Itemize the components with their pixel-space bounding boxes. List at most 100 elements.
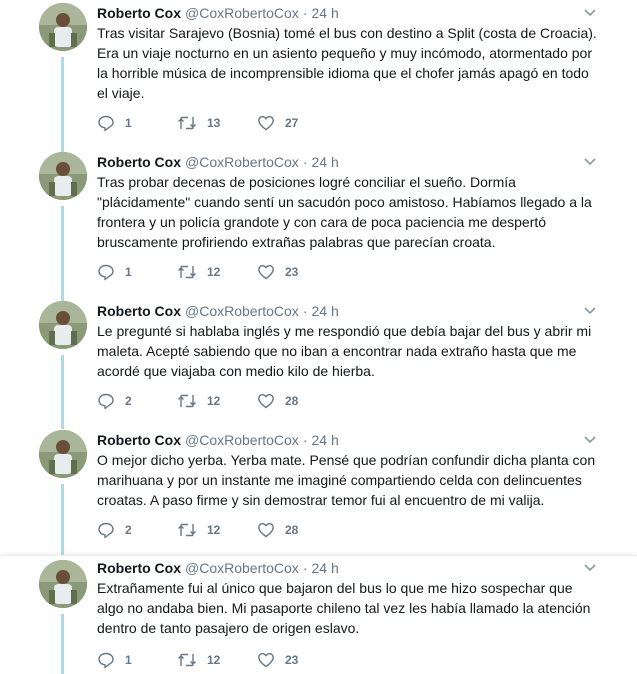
tweet-text: O mejor dicho yerba. Yerba mate. Pensé q… [97,452,596,508]
like-count: 23 [285,653,299,667]
retweet-button[interactable]: 12 [177,263,257,281]
tweet[interactable]: Roberto Cox @CoxRobertoCox · 24 h Le pregun… [0,301,637,429]
tweet-actions: 1 13 27 [97,113,337,133]
retweet-count: 12 [207,523,221,537]
tweet[interactable]: Roberto Cox @CoxRobertoCox · 24 h Extrañame… [0,555,637,674]
retweet-icon [178,653,196,667]
reply-icon [98,264,114,281]
retweet-icon [178,394,196,408]
reply-button[interactable]: 1 [97,651,177,669]
tweet[interactable]: Roberto Cox @CoxRobertoCox · 24 h Tras visi… [0,3,637,153]
retweet-button[interactable]: 12 [177,651,257,669]
timestamp[interactable]: 24 h [311,303,338,319]
reply-icon [98,393,114,410]
tweet[interactable]: Roberto Cox @CoxRobertoCox · 24 h O mejor d… [0,430,637,556]
reply-button[interactable]: 2 [97,521,177,539]
display-name[interactable]: Roberto Cox [97,5,181,21]
tweet[interactable]: Roberto Cox @CoxRobertoCox · 24 h Tras prob… [0,152,637,302]
separator-dot: · [302,560,308,576]
display-name[interactable]: Roberto Cox [97,154,181,170]
heart-icon [258,394,274,409]
reply-button[interactable]: 1 [97,114,177,132]
tweet-header: Roberto Cox @CoxRobertoCox · 24 h [97,152,339,172]
thread-line [61,206,64,302]
tweet-text: Extrañamente fui al único que bajaron de… [97,580,591,636]
avatar[interactable] [39,560,87,608]
display-name[interactable]: Roberto Cox [97,303,181,319]
chevron-down-icon[interactable] [583,434,597,446]
thread-line [61,355,64,429]
reply-count: 2 [125,523,132,537]
username[interactable]: @CoxRobertoCox [185,432,299,448]
separator-dot: · [302,5,308,21]
retweet-count: 12 [207,265,221,279]
display-name[interactable]: Roberto Cox [97,560,181,576]
display-name[interactable]: Roberto Cox [97,432,181,448]
avatar[interactable] [39,301,87,349]
tweet-actions: 1 12 23 [97,262,337,282]
timestamp[interactable]: 24 h [311,5,338,21]
timestamp[interactable]: 24 h [311,560,338,576]
heart-icon [258,265,274,280]
tweet-actions: 2 12 28 [97,391,337,411]
username[interactable]: @CoxRobertoCox [185,5,299,21]
username[interactable]: @CoxRobertoCox [185,303,299,319]
reply-count: 2 [125,394,132,408]
like-count: 27 [285,116,299,130]
retweet-button[interactable]: 12 [177,392,257,410]
reply-count: 1 [125,653,132,667]
timestamp[interactable]: 24 h [311,432,338,448]
username[interactable]: @CoxRobertoCox [185,560,299,576]
heart-icon [258,523,274,538]
avatar[interactable] [39,152,87,200]
separator-dot: · [302,303,308,319]
thread-line [61,484,64,556]
like-count: 23 [285,265,299,279]
thread-line [61,57,64,153]
like-button[interactable]: 28 [257,521,337,539]
retweet-count: 12 [207,394,221,408]
chevron-down-icon[interactable] [583,305,597,317]
retweet-button[interactable]: 13 [177,114,257,132]
tweet-header: Roberto Cox @CoxRobertoCox · 24 h [97,430,339,450]
tweet-actions: 1 12 23 [97,650,337,670]
like-button[interactable]: 23 [257,651,337,669]
reply-button[interactable]: 1 [97,263,177,281]
like-button[interactable]: 28 [257,392,337,410]
like-button[interactable]: 23 [257,263,337,281]
tweet-header: Roberto Cox @CoxRobertoCox · 24 h [97,558,339,578]
avatar[interactable] [39,3,87,51]
thread-line [61,614,64,674]
like-count: 28 [285,523,299,537]
like-button[interactable]: 27 [257,114,337,132]
reply-button[interactable]: 2 [97,392,177,410]
retweet-button[interactable]: 12 [177,521,257,539]
heart-icon [258,116,274,131]
retweet-count: 13 [207,116,221,130]
retweet-icon [178,116,196,130]
reply-icon [98,115,114,132]
like-count: 28 [285,394,299,408]
tweet-header: Roberto Cox @CoxRobertoCox · 24 h [97,3,339,23]
tweet-text: Le pregunté si hablaba inglés y me respo… [97,323,592,379]
avatar[interactable] [39,430,87,478]
tweet-text: Tras probar decenas de posiciones logré … [97,174,592,250]
chevron-down-icon[interactable] [583,562,597,574]
retweet-icon [178,523,196,537]
reply-icon [98,652,114,669]
tweet-header: Roberto Cox @CoxRobertoCox · 24 h [97,301,339,321]
tweet-actions: 2 12 28 [97,520,337,540]
chevron-down-icon[interactable] [583,156,597,168]
retweet-count: 12 [207,653,221,667]
separator-dot: · [302,154,308,170]
retweet-icon [178,265,196,279]
tweet-text: Tras visitar Sarajevo (Bosnia) tomé el b… [97,25,597,101]
reply-count: 1 [125,116,132,130]
reply-icon [98,522,114,539]
username[interactable]: @CoxRobertoCox [185,154,299,170]
timestamp[interactable]: 24 h [311,154,338,170]
reply-count: 1 [125,265,132,279]
separator-dot: · [302,432,308,448]
heart-icon [258,653,274,668]
chevron-down-icon[interactable] [583,7,597,19]
